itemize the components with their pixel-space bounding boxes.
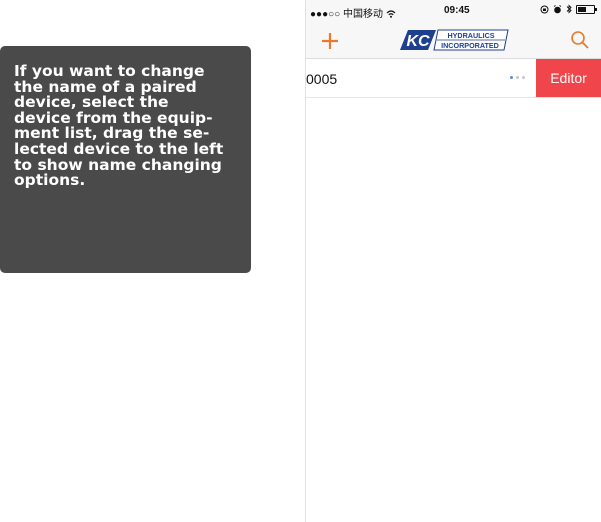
- nav-bar: KC HYDRAULICS INCORPORATED: [306, 22, 601, 59]
- page-dots: [510, 76, 525, 79]
- page-dot: [516, 76, 519, 79]
- brand-logo: KC HYDRAULICS INCORPORATED: [394, 27, 510, 53]
- page-dot: [522, 76, 525, 79]
- page-dot-active: [510, 76, 513, 79]
- callout-text: If you want to change the name of a pair…: [14, 62, 224, 190]
- status-bar: ●●●○○ 中国移动 09:45: [306, 0, 601, 22]
- device-list-row[interactable]: 0005 Editor: [306, 59, 601, 98]
- alarm-icon: [553, 4, 562, 13]
- search-icon: [571, 31, 589, 49]
- instruction-callout: If you want to change the name of a pair…: [0, 46, 251, 273]
- plus-icon: [322, 33, 338, 49]
- kc-hydraulics-logo: KC HYDRAULICS INCORPORATED: [400, 29, 509, 51]
- phone-screen: ●●●○○ 中国移动 09:45 KC HYDRAULICS INCORPORA…: [305, 0, 601, 522]
- status-icons: [540, 4, 597, 14]
- search-button[interactable]: [569, 29, 591, 51]
- carrier-label: ●●●○○ 中国移动: [310, 5, 396, 20]
- battery-level: [578, 6, 587, 12]
- svg-text:HYDRAULICS: HYDRAULICS: [447, 31, 494, 40]
- wifi-icon: [386, 10, 396, 18]
- editor-button[interactable]: Editor: [536, 59, 601, 97]
- status-time: 09:45: [444, 5, 470, 16]
- rotation-lock-icon: [540, 5, 549, 13]
- battery-icon: [576, 4, 597, 14]
- add-device-button[interactable]: [318, 26, 342, 52]
- svg-text:KC: KC: [406, 33, 430, 50]
- bluetooth-icon: [566, 4, 572, 14]
- svg-text:INCORPORATED: INCORPORATED: [441, 41, 499, 50]
- device-name: 0005: [306, 71, 338, 87]
